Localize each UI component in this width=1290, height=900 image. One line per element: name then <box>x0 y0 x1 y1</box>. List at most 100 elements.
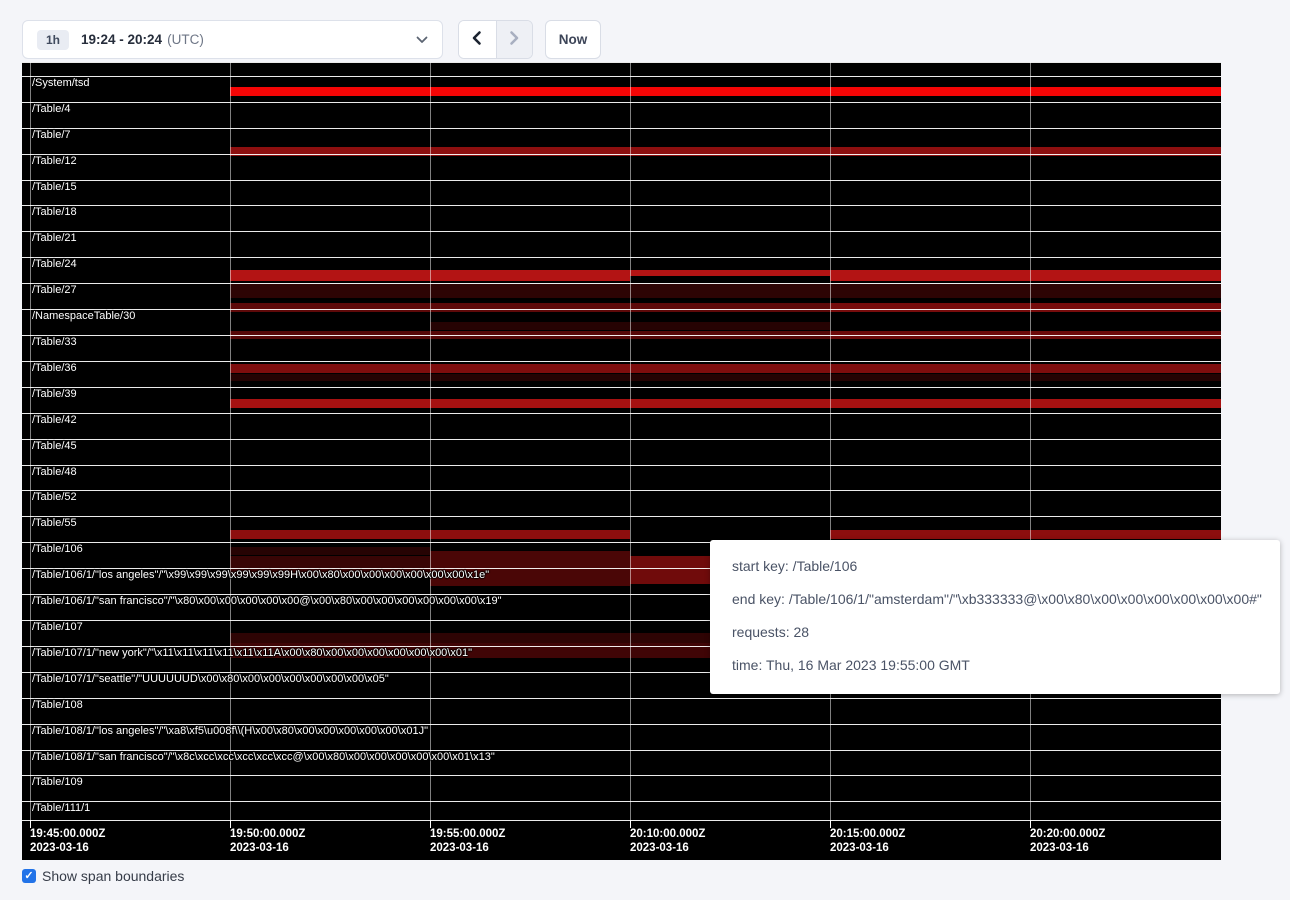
time-gridline <box>830 62 831 820</box>
time-range-zone: (UTC) <box>167 32 204 47</box>
heat-band <box>630 556 710 584</box>
span-label: /Table/108/1/"san francisco"/"\x8c\xcc\x… <box>32 751 495 763</box>
span-label: /Table/18 <box>32 206 77 218</box>
chevron-left-icon <box>470 30 484 49</box>
span-label: /Table/7 <box>32 129 71 141</box>
axis-date: 2023-03-16 <box>1030 841 1105 855</box>
chevron-down-icon <box>416 31 428 49</box>
axis-tick-label: 20:10:00.000Z2023-03-16 <box>630 827 705 855</box>
span-boundary-line <box>22 257 1221 258</box>
span-label: /Table/36 <box>32 362 77 374</box>
span-boundary-line <box>22 335 1221 336</box>
heat-band <box>230 303 830 312</box>
span-label: /Table/4 <box>32 103 71 115</box>
span-boundary-line <box>22 775 1221 776</box>
span-boundary-line <box>22 180 1221 181</box>
axis-date: 2023-03-16 <box>430 841 505 855</box>
heat-band <box>230 364 1221 373</box>
now-button[interactable]: Now <box>545 20 601 59</box>
heat-band <box>230 87 1221 96</box>
span-label: /Table/106 <box>32 543 83 555</box>
time-range-badge: 1h <box>37 30 69 50</box>
span-boundary-line <box>22 205 1221 206</box>
span-boundary-line <box>22 154 1221 155</box>
span-label: /Table/27 <box>32 284 77 296</box>
axis-time: 19:55:00.000Z <box>430 827 505 841</box>
span-boundary-line <box>22 62 1221 63</box>
time-gridline <box>630 62 631 820</box>
heat-band <box>230 399 1221 408</box>
axis-date: 2023-03-16 <box>830 841 905 855</box>
axis-tick-label: 19:50:00.000Z2023-03-16 <box>230 827 305 855</box>
axis-time: 20:20:00.000Z <box>1030 827 1105 841</box>
span-label: /Table/106/1/"san francisco"/"\x80\x00\x… <box>32 595 502 607</box>
span-label: /Table/109 <box>32 776 83 788</box>
span-boundary-line <box>22 516 1221 517</box>
span-label: /Table/42 <box>32 414 77 426</box>
span-boundary-line <box>22 698 1221 699</box>
span-label: /Table/48 <box>32 466 77 478</box>
heat-band <box>230 374 1221 381</box>
span-boundary-line <box>22 76 1221 77</box>
axis-time: 19:50:00.000Z <box>230 827 305 841</box>
tooltip-start-key: start key: /Table/106 <box>732 556 1280 576</box>
time-gridline <box>430 62 431 820</box>
span-label: /Table/107/1/"seattle"/"UUUUUUD\x00\x80\… <box>32 673 389 685</box>
span-label: /Table/108/1/"los angeles"/"\xa8\xf5\u00… <box>32 725 428 737</box>
heat-band <box>230 547 430 555</box>
axis-tick-label: 19:45:00.000Z2023-03-16 <box>30 827 105 855</box>
heat-band <box>230 633 710 643</box>
span-label: /Table/15 <box>32 181 77 193</box>
axis-date: 2023-03-16 <box>630 841 705 855</box>
time-nav-group <box>458 20 533 59</box>
span-boundary-line <box>22 439 1221 440</box>
axis-time: 20:15:00.000Z <box>830 827 905 841</box>
show-span-boundaries-label: Show span boundaries <box>42 868 184 884</box>
time-gridline <box>230 62 231 820</box>
heat-band <box>830 530 1221 539</box>
axis-tick-label: 19:55:00.000Z2023-03-16 <box>430 827 505 855</box>
time-range-selector[interactable]: 1h 19:24 - 20:24 (UTC) <box>22 20 443 59</box>
span-boundary-line <box>22 413 1221 414</box>
span-boundary-line <box>22 387 1221 388</box>
span-label: /Table/33 <box>32 336 77 348</box>
span-label: /Table/55 <box>32 517 77 529</box>
span-label: /Table/39 <box>32 388 77 400</box>
span-label: /Table/12 <box>32 155 77 167</box>
heat-band <box>830 270 1221 281</box>
prev-time-button[interactable] <box>459 21 496 58</box>
span-boundary-line <box>22 231 1221 232</box>
span-label: /Table/107 <box>32 621 83 633</box>
time-range-text: 19:24 - 20:24 <box>81 32 162 47</box>
axis-date: 2023-03-16 <box>30 841 105 855</box>
axis-time: 19:45:00.000Z <box>30 827 105 841</box>
key-visualizer-canvas[interactable]: /System/tsd/Table/4/Table/7/Table/12/Tab… <box>22 62 1221 860</box>
tooltip-requests: requests: 28 <box>732 622 1280 642</box>
span-boundary-line <box>22 820 1221 821</box>
chevron-right-icon <box>507 30 521 49</box>
time-gridline <box>30 62 31 820</box>
span-boundary-line <box>22 361 1221 362</box>
span-label: /Table/21 <box>32 232 77 244</box>
span-boundary-line <box>22 128 1221 129</box>
span-label: /Table/107/1/"new york"/"\x11\x11\x11\x1… <box>32 647 472 659</box>
span-label: /Table/108 <box>32 699 83 711</box>
axis-time: 20:10:00.000Z <box>630 827 705 841</box>
axis-date: 2023-03-16 <box>230 841 305 855</box>
heat-band <box>230 283 1221 298</box>
axis-tick-label: 20:15:00.000Z2023-03-16 <box>830 827 905 855</box>
time-gridline <box>1030 62 1031 820</box>
span-label: /Table/45 <box>32 440 77 452</box>
tooltip-end-key: end key: /Table/106/1/"amsterdam"/"\xb33… <box>732 589 1280 609</box>
span-label: /Table/106/1/"los angeles"/"\x99\x99\x99… <box>32 569 489 581</box>
show-span-boundaries-checkbox[interactable]: ✓ <box>22 869 36 883</box>
span-label: /System/tsd <box>32 77 89 89</box>
span-boundary-line <box>22 283 1221 284</box>
span-label: /Table/24 <box>32 258 77 270</box>
span-label: /Table/52 <box>32 491 77 503</box>
span-boundary-line <box>22 801 1221 802</box>
span-label: /Table/111/1 <box>32 802 90 814</box>
next-time-button[interactable] <box>496 21 533 58</box>
heat-band <box>630 270 830 276</box>
span-boundary-line <box>22 309 1221 310</box>
